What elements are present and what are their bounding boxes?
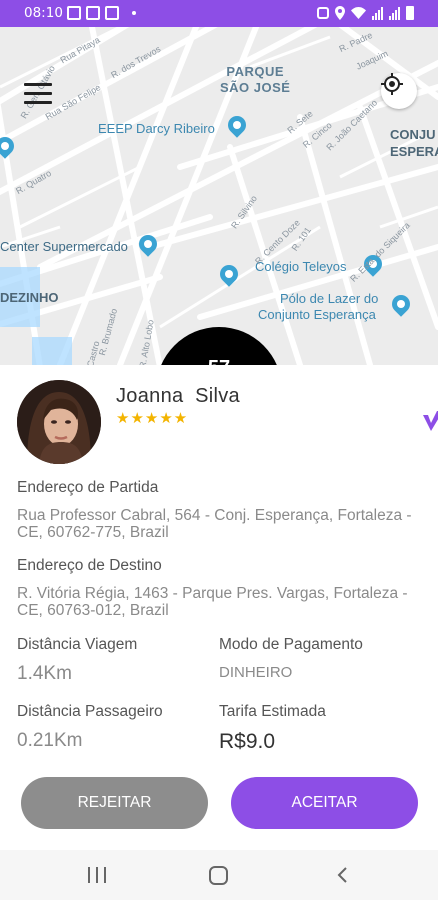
map-label-conju: CONJU — [390, 127, 436, 142]
status-time: 08:10 — [24, 5, 63, 21]
pickup-label: Endereço de Partida — [17, 479, 159, 496]
passenger-name: Joanna Silva — [116, 385, 240, 407]
map-label-eeep: EEEP Darcy Ribeiro — [98, 121, 215, 136]
location-icon — [335, 6, 345, 20]
avatar — [17, 380, 101, 464]
trip-distance-value: 1.4Km — [17, 663, 72, 684]
map-label-parque: PARQUE SÃO JOSÉ — [220, 64, 291, 95]
passenger-distance-label: Distância Passageiro — [17, 703, 163, 720]
map-label-polo-2: Conjunto Esperança — [258, 307, 376, 322]
destination-label: Endereço de Destino — [17, 557, 162, 574]
photo-icon — [105, 6, 119, 20]
accept-button[interactable]: ACEITAR — [231, 777, 418, 829]
ride-request-panel: Joanna Silva ★★★★★ Endereço de Partida R… — [0, 365, 438, 850]
recent-apps-icon — [88, 867, 90, 883]
recent-apps-button[interactable] — [88, 867, 106, 883]
estimated-fare-label: Tarifa Estimada — [219, 703, 326, 720]
gallery-icon — [67, 6, 81, 20]
payment-mode-value: DINHEIRO — [219, 664, 293, 681]
notification-icons — [67, 6, 136, 20]
battery-icon — [406, 6, 414, 20]
map-label-polo-1: Pólo de Lazer do — [280, 291, 379, 306]
crosshair-icon — [381, 73, 403, 95]
system-nav-bar — [0, 850, 438, 900]
estimated-fare-value: R$9.0 — [219, 730, 276, 753]
system-icons — [317, 6, 414, 20]
payment-mode-label: Modo de Pagamento — [219, 636, 363, 653]
map-label-colegio: Colégio Teleyos — [255, 259, 347, 274]
hamburger-line — [24, 101, 52, 104]
wifi-icon — [351, 7, 366, 19]
map-view[interactable]: PARQUE SÃO JOSÉ EEEP Darcy Ribeiro Center… — [0, 27, 438, 365]
menu-button[interactable] — [24, 83, 54, 105]
trip-distance-label: Distância Viagem — [17, 636, 138, 653]
my-location-button[interactable] — [381, 73, 417, 109]
signal-icon — [372, 6, 383, 20]
hamburger-line — [24, 92, 52, 95]
signal-2-icon — [389, 6, 400, 20]
more-notifications-icon — [132, 11, 136, 15]
recent-apps-line — [96, 867, 98, 883]
home-button[interactable] — [209, 866, 228, 885]
reject-button[interactable]: REJEITAR — [21, 777, 208, 829]
brand-logo-icon — [423, 411, 438, 431]
rating-stars: ★★★★★ — [116, 410, 189, 427]
map-label-center-super: Center Supermercado — [0, 239, 128, 254]
back-icon — [337, 867, 347, 883]
recent-apps-line — [104, 867, 106, 883]
image-icon — [86, 6, 100, 20]
back-button[interactable] — [335, 867, 351, 883]
map-label-espera: ESPERA — [390, 144, 438, 159]
destination-address: R. Vitória Régia, 1463 - Parque Pres. Va… — [17, 585, 408, 619]
status-bar: 08:10 — [0, 0, 438, 27]
passenger-distance-value: 0.21Km — [17, 730, 83, 751]
map-label-dezinho: DEZINHO — [0, 290, 59, 305]
hamburger-icon — [24, 83, 52, 86]
passenger-photo — [17, 380, 101, 464]
pickup-address: Rua Professor Cabral, 564 - Conj. Espera… — [17, 507, 412, 541]
alarm-icon — [317, 7, 329, 19]
